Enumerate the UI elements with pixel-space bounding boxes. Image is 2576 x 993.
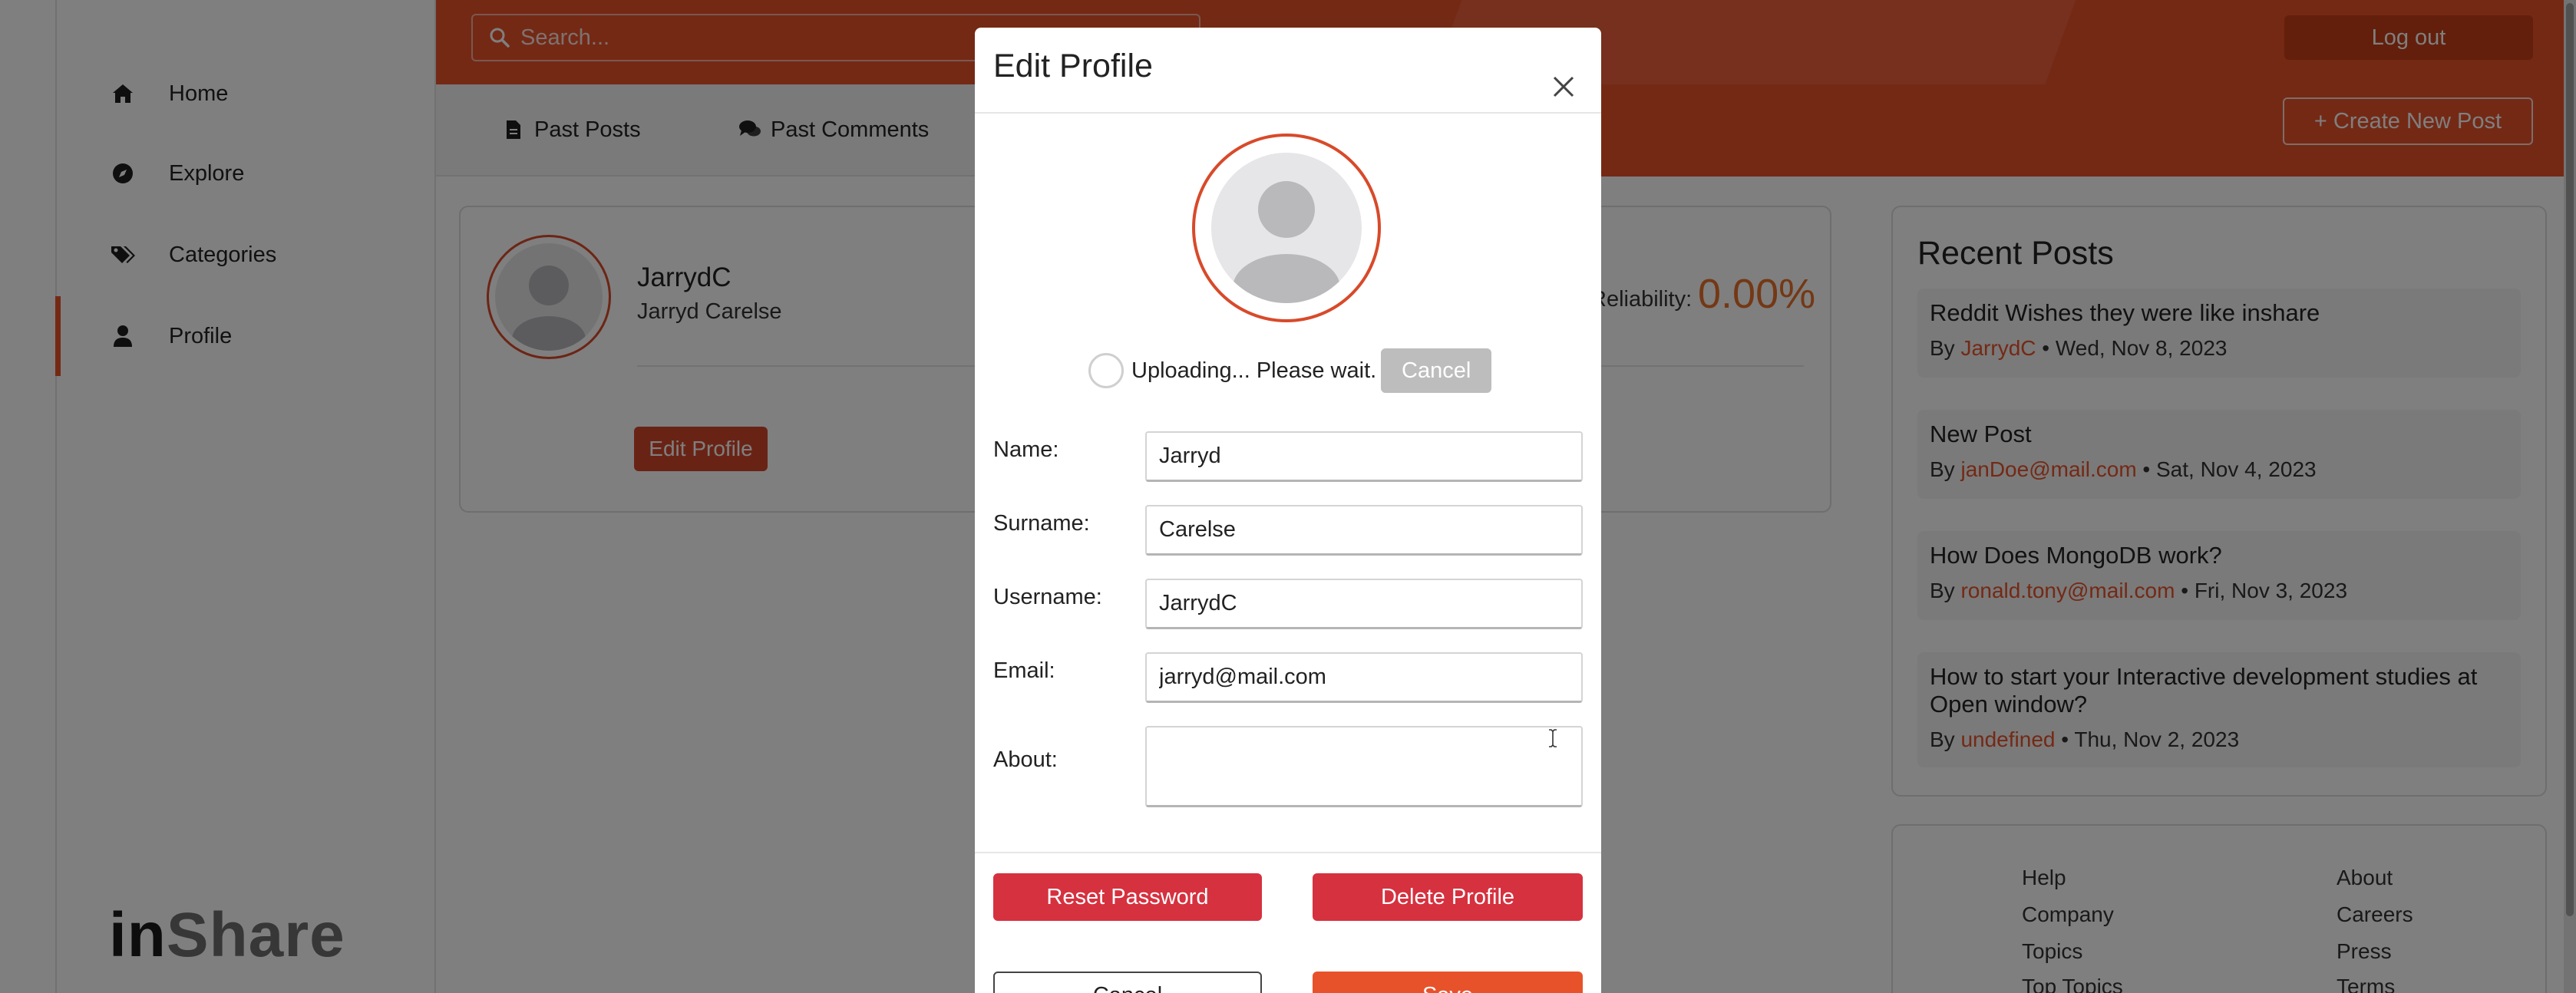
username-label: Username: [993, 585, 1102, 609]
close-icon[interactable] [1547, 71, 1580, 103]
username-field[interactable] [1145, 579, 1583, 629]
save-button[interactable]: Save [1313, 972, 1583, 993]
about-field[interactable] [1145, 726, 1583, 807]
text-cursor-icon [1547, 729, 1558, 747]
email-label: Email: [993, 658, 1055, 683]
divider [975, 852, 1601, 853]
divider [975, 112, 1601, 114]
upload-status: Uploading... Please wait. Cancel [1088, 348, 1492, 393]
name-label: Name: [993, 437, 1059, 462]
name-field[interactable] [1145, 431, 1583, 482]
edit-profile-modal: Edit Profile Uploading... Please wait. C… [975, 28, 1601, 993]
email-field[interactable] [1145, 652, 1583, 703]
surname-label: Surname: [993, 511, 1090, 536]
about-label: About: [993, 747, 1058, 772]
cancel-upload-button[interactable]: Cancel [1381, 348, 1492, 393]
loading-spinner-icon [1088, 353, 1124, 388]
reset-password-button[interactable]: Reset Password [993, 873, 1262, 921]
surname-field[interactable] [1145, 505, 1583, 556]
delete-profile-button[interactable]: Delete Profile [1313, 873, 1583, 921]
profile-picture[interactable] [1192, 134, 1381, 322]
modal-title: Edit Profile [993, 48, 1153, 84]
cancel-button[interactable]: Cancel [993, 972, 1262, 993]
upload-status-text: Uploading... Please wait. [1131, 358, 1377, 383]
user-avatar-icon [1233, 181, 1340, 303]
